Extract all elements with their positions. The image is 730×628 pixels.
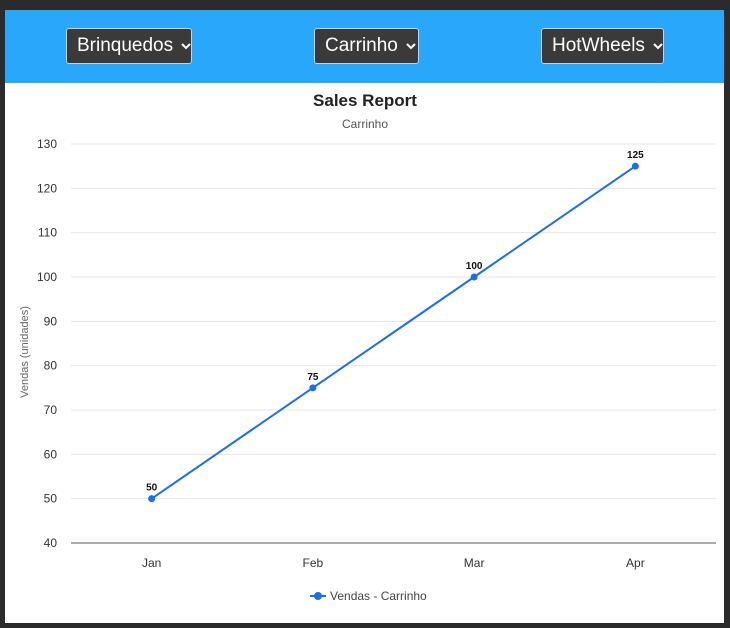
x-tick-label: Apr	[626, 556, 645, 570]
product-select-value: Carrinho	[325, 35, 398, 56]
app-frame: Brinquedos Carrinho HotWheels Sales Repo…	[5, 10, 724, 623]
legend-label: Vendas - Carrinho	[330, 589, 427, 603]
chart-title: Sales Report	[313, 91, 417, 110]
y-axis-label: Vendas (unidades)	[19, 306, 31, 398]
chevron-down-icon	[181, 40, 191, 52]
data-label: 75	[307, 372, 319, 383]
series-layer: 50 75 100 125	[146, 150, 644, 503]
series-line	[151, 165, 636, 500]
product-select[interactable]: Carrinho	[314, 28, 419, 64]
y-tick-label: 40	[44, 536, 58, 550]
y-tick-label: 80	[44, 359, 58, 373]
category-select-value: Brinquedos	[77, 35, 174, 56]
y-tick-label: 90	[44, 314, 58, 328]
filter-bar: Brinquedos Carrinho HotWheels	[5, 10, 724, 83]
y-tick-label: 60	[44, 447, 58, 461]
chevron-down-icon	[406, 40, 416, 52]
legend-swatch-marker	[314, 592, 322, 600]
y-tick-label: 130	[37, 137, 57, 151]
brand-select-value: HotWheels	[552, 35, 645, 56]
chart-subtitle: Carrinho	[342, 117, 388, 131]
y-tick-label: 120	[37, 181, 57, 195]
data-point	[148, 495, 156, 503]
x-tick-label: Mar	[464, 556, 485, 570]
data-label: 125	[627, 150, 644, 161]
y-tick-label: 110	[38, 226, 57, 240]
data-point	[309, 384, 317, 392]
x-axis-ticks: Jan Feb Mar Apr	[142, 556, 645, 570]
legend[interactable]: Vendas - Carrinho	[310, 589, 427, 603]
y-axis-ticks: 40 50 60 70 80 90 100 110 120 130	[37, 137, 57, 550]
data-point	[470, 273, 478, 281]
x-tick-label: Feb	[303, 556, 324, 570]
y-tick-label: 100	[37, 270, 57, 284]
chevron-down-icon	[653, 40, 663, 52]
category-select[interactable]: Brinquedos	[66, 28, 192, 64]
data-label: 50	[146, 483, 158, 494]
data-label: 100	[466, 261, 483, 272]
y-tick-label: 70	[44, 403, 58, 417]
x-tick-label: Jan	[142, 556, 161, 570]
grid-lines	[71, 143, 716, 544]
y-tick-label: 50	[44, 492, 58, 506]
sales-line-chart: Sales Report Carrinho Vendas (unidades) …	[19, 91, 716, 603]
data-point	[631, 162, 639, 170]
brand-select[interactable]: HotWheels	[541, 28, 664, 64]
